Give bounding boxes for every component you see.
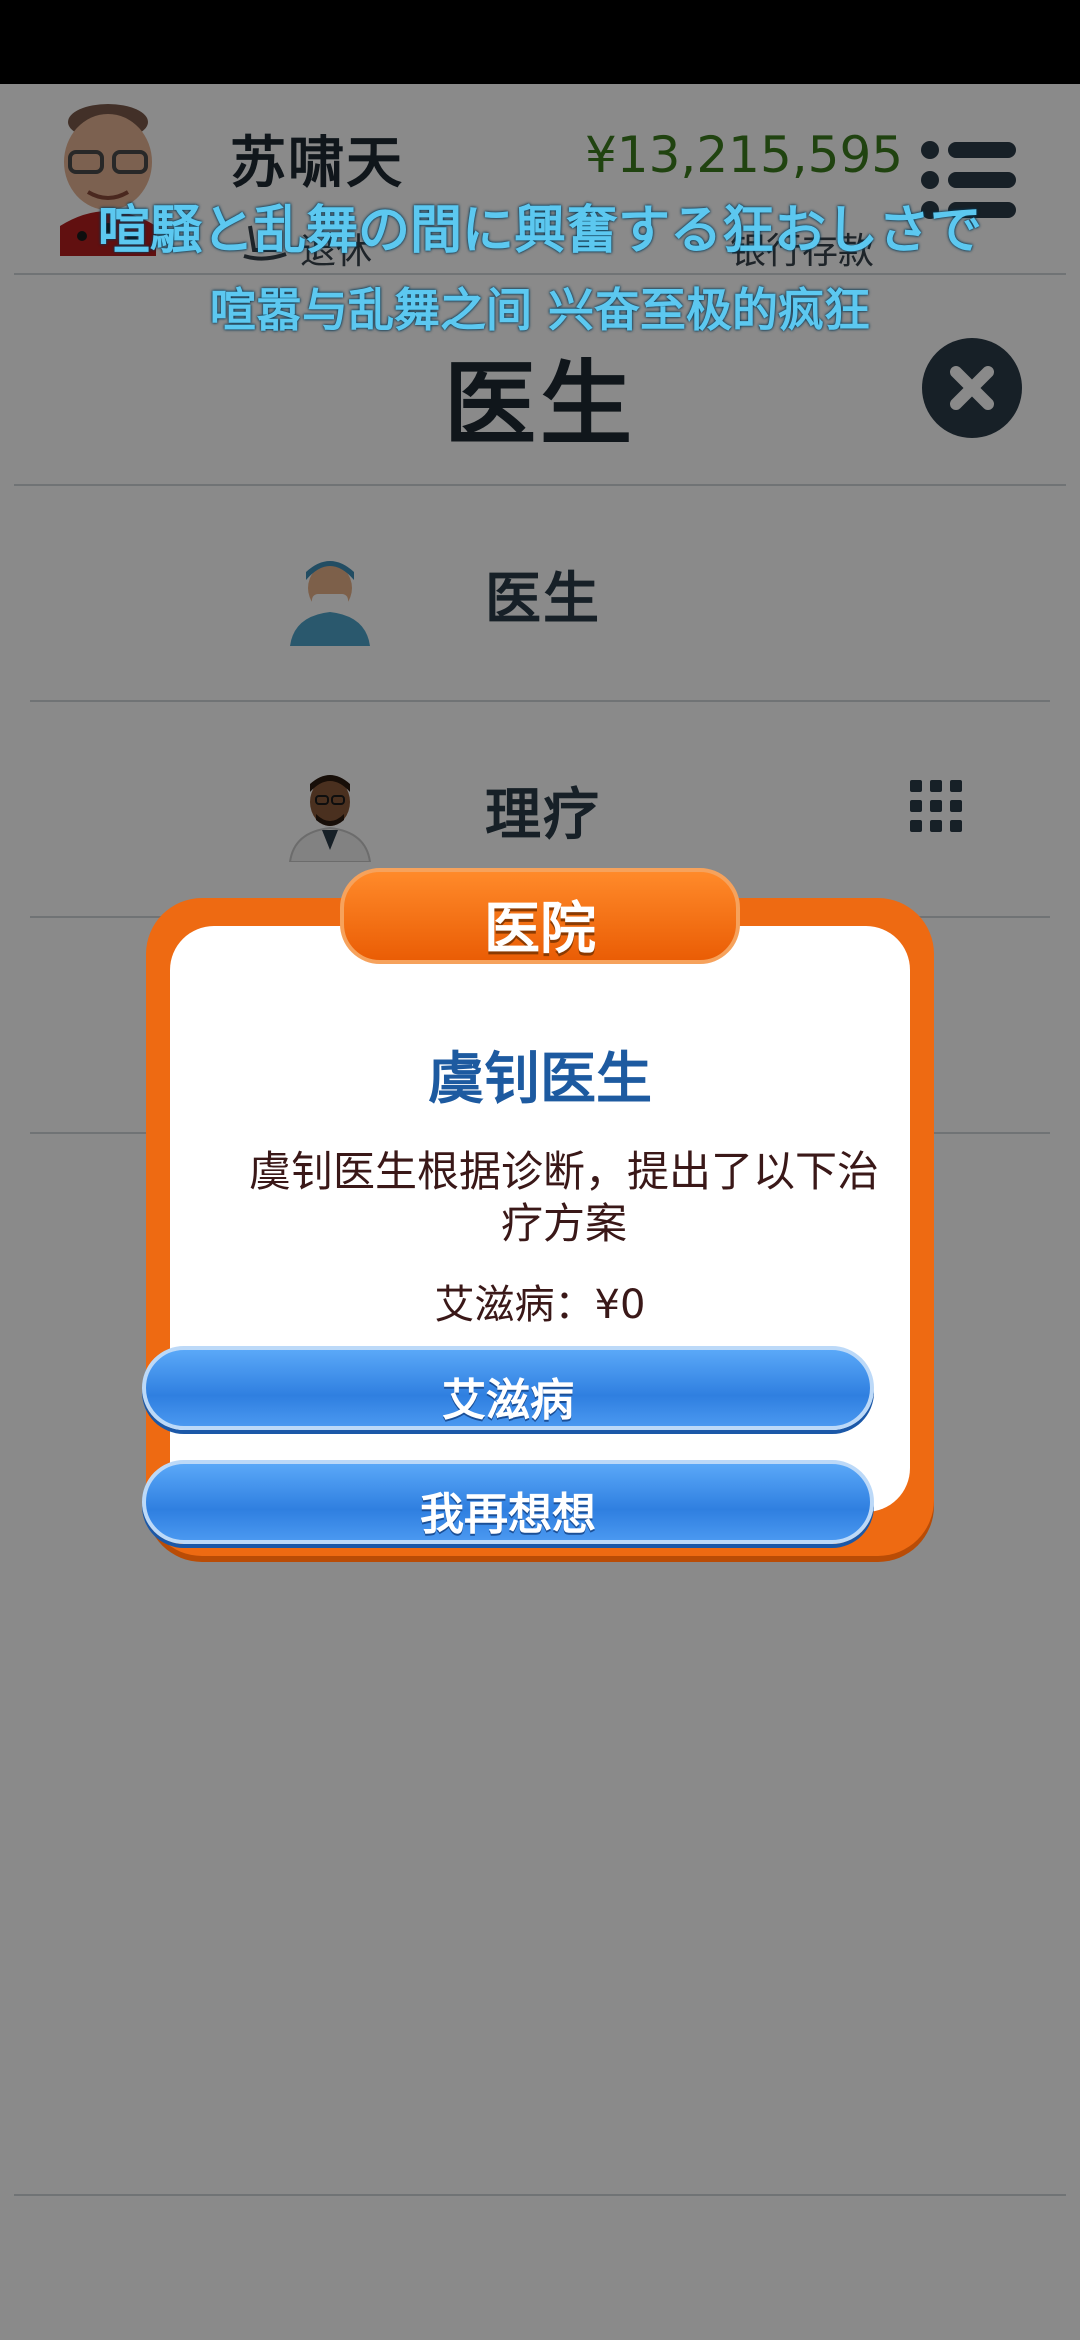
dialog-header-label: 医院 [484,897,596,962]
button-label: 艾滋病 [442,1375,574,1426]
app-screen: 苏啸天 ¥13,215,595 退休 银行存款 医生 医生 理疗 喧騒と乱舞の間… [0,0,1080,2340]
dialog-message: 虞钊医生根据诊断，提出了以下治疗方案 [248,1147,879,1248]
button-label: 我再想想 [420,1489,596,1540]
subtitle-chinese: 喧嚣与乱舞之间 兴奋至极的疯狂 [209,283,870,337]
dialog-panel: 虞钊医生 虞钊医生根据诊断，提出了以下治疗方案 艾滋病：¥0 艾滋病 我再想想 [142,926,910,1544]
treatment-price: 艾滋病：¥0 [434,1282,646,1328]
subtitle-japanese: 喧騒と乱舞の間に興奮する狂おしさで [97,201,982,261]
treat-aids-button[interactable]: 艾滋病 [142,1346,874,1430]
status-bar [0,0,1080,84]
reconsider-button[interactable]: 我再想想 [142,1460,874,1544]
hospital-dialog: 虞钊医生 虞钊医生根据诊断，提出了以下治疗方案 艾滋病：¥0 艾滋病 我再想想 … [142,868,934,1556]
dialog-title: 虞钊医生 [428,1047,652,1112]
dialog-header-tab: 医院 [340,868,740,964]
